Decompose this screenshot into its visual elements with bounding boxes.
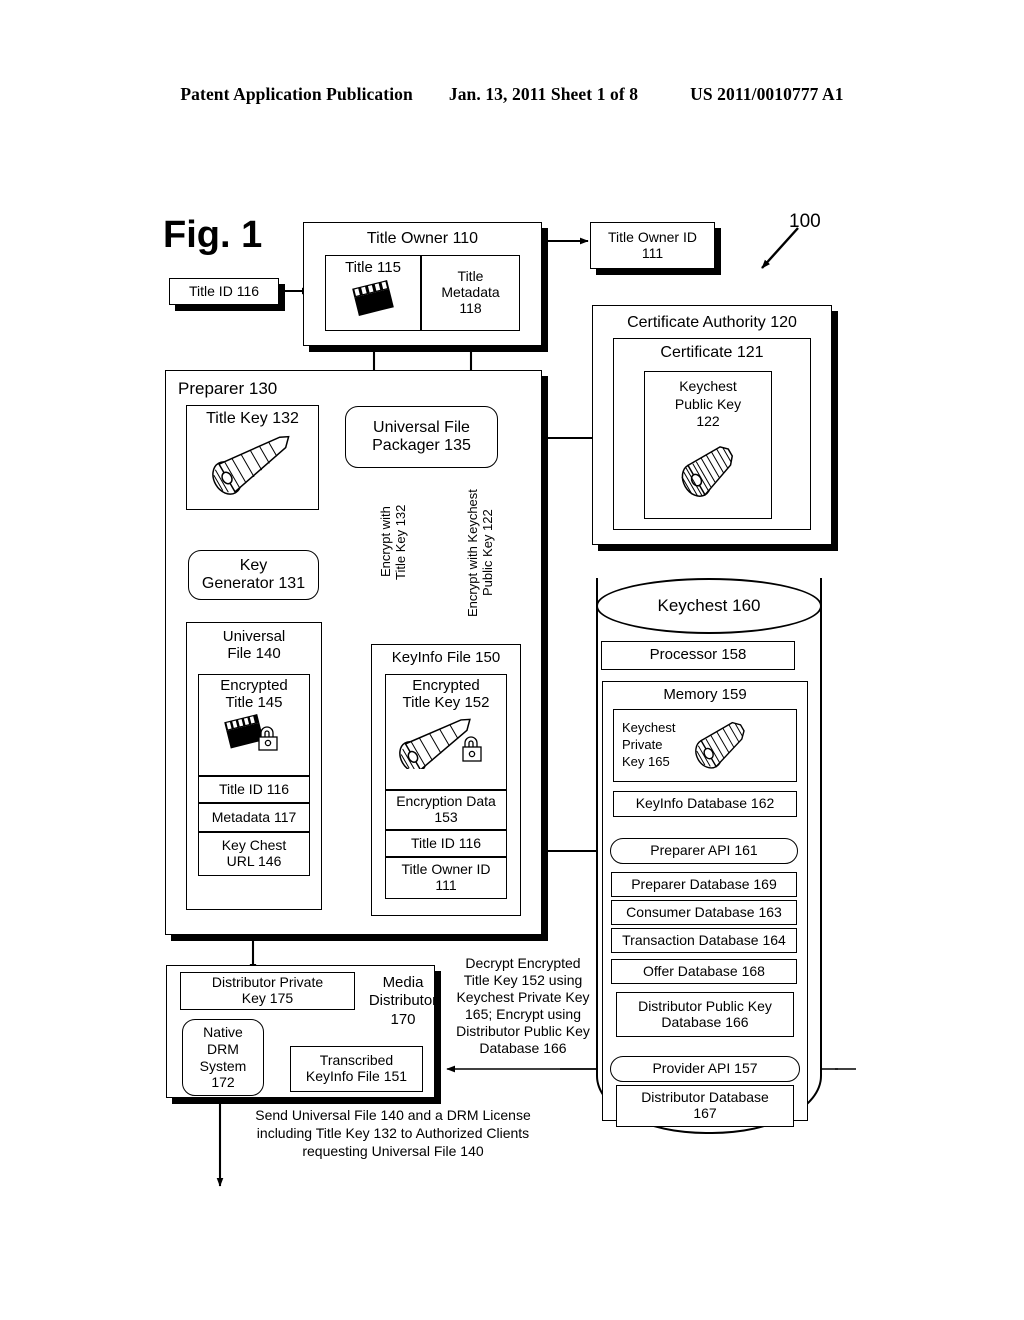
universal-file-key-chest-url-146-row: Key Chest URL 146 <box>198 832 310 876</box>
keychest-private-key-165-box: Keychest Private Key 165 <box>613 709 797 782</box>
title-owner-110-label: Title Owner 110 <box>366 230 479 247</box>
encrypted-title-145-box: Encrypted Title 145 <box>198 674 310 776</box>
uf-metadata-117-label: Metadata 117 <box>211 808 297 825</box>
processor-158-box: Processor 158 <box>601 641 795 670</box>
title-id-116-label: Title ID 116 <box>188 282 260 299</box>
encrypted-title-key-152-box: Encrypted Title Key 152 <box>385 674 507 790</box>
ki-title-owner-id-111-label: Title Owner ID 111 <box>401 861 491 893</box>
clapperboard-icon <box>347 279 399 321</box>
ki-title-id-116-label: Title ID 116 <box>410 834 482 851</box>
transaction-database-164-box: Transaction Database 164 <box>611 928 797 953</box>
keychest-key-icon <box>683 714 761 777</box>
keychest-160-label: Keychest 160 <box>657 596 761 615</box>
encryption-data-153-row: Encryption Data 153 <box>385 790 507 830</box>
transaction-database-164-label: Transaction Database 164 <box>622 931 786 948</box>
title-id-116-box: Title ID 116 <box>169 278 279 305</box>
keychest-key-icon <box>668 437 748 507</box>
keyinfo-title-owner-id-111-row: Title Owner ID 111 <box>385 857 507 899</box>
publication-header: Patent Application Publication Jan. 13, … <box>0 84 1024 105</box>
title-metadata-118-box: Title Metadata 118 <box>421 255 520 331</box>
universal-file-140-label: Universal File 140 <box>222 628 286 662</box>
uf-title-id-116-label: Title ID 116 <box>218 780 290 797</box>
keychest-private-key-165-label: Keychest Private Key 165 <box>622 720 676 769</box>
title-115-box: Title 115 <box>325 255 421 331</box>
header-left-text: Patent Application Publication <box>180 84 413 104</box>
keychest-public-key-122-label: Keychest Public Key 122 <box>674 378 742 429</box>
transcribed-keyinfo-file-151-box: Transcribed KeyInfo File 151 <box>290 1046 423 1092</box>
transcribed-keyinfo-file-151-label: Transcribed KeyInfo File 151 <box>305 1052 408 1084</box>
keyinfo-title-id-116-row: Title ID 116 <box>385 830 507 857</box>
key-lock-icon <box>391 713 501 774</box>
encrypt-with-title-key-annotation: Encrypt with Title Key 132 <box>378 504 408 580</box>
keyinfo-database-162-box: KeyInfo Database 162 <box>613 791 797 817</box>
figure-label: Fig. 1 <box>163 214 263 256</box>
distributor-private-key-175-label: Distributor Private Key 175 <box>211 974 324 1006</box>
encrypted-title-145-label: Encrypted Title 145 <box>220 677 288 711</box>
key-generator-131-label: Key Generator 131 <box>201 557 306 592</box>
title-key-132-label: Title Key 132 <box>206 410 299 427</box>
preparer-api-161-label: Preparer API 161 <box>650 842 758 859</box>
keychest-160-cylinder-top: Keychest 160 <box>596 578 822 634</box>
certificate-121-label: Certificate 121 <box>660 344 764 361</box>
header-date-sheet: Jan. 13, 2011 Sheet 1 of 8 <box>448 84 639 104</box>
encrypt-with-keychest-public-key-annotation: Encrypt with Keychest Public Key 122 <box>465 489 495 617</box>
decrypt-note-annotation: Decrypt Encrypted Title Key 152 using Ke… <box>456 955 590 1057</box>
consumer-database-163-box: Consumer Database 163 <box>611 900 797 925</box>
send-universal-file-note: Send Universal File 140 and a DRM Licens… <box>255 1107 531 1160</box>
title-owner-id-111-box: Title Owner ID 111 <box>590 222 715 269</box>
key-icon <box>201 430 305 501</box>
memory-159-label: Memory 159 <box>663 686 747 703</box>
encryption-data-153-label: Encryption Data 153 <box>396 793 496 825</box>
title-owner-id-111-label: Title Owner ID 111 <box>608 228 697 261</box>
clapperboard-lock-icon <box>223 713 285 758</box>
universal-file-title-id-116-row: Title ID 116 <box>198 776 310 803</box>
native-drm-system-172-label: Native DRM System 172 <box>199 1024 247 1091</box>
title-key-132-box: Title Key 132 <box>186 405 319 510</box>
processor-158-label: Processor 158 <box>649 646 747 664</box>
keyinfo-file-150-label: KeyInfo File 150 <box>391 649 501 666</box>
uf-key-chest-url-146-label: Key Chest URL 146 <box>221 837 287 869</box>
preparer-database-169-box: Preparer Database 169 <box>611 872 797 897</box>
keychest-public-key-122-box: Keychest Public Key 122 <box>644 371 772 519</box>
provider-api-157-label: Provider API 157 <box>652 1060 758 1077</box>
preparer-api-161-box[interactable]: Preparer API 161 <box>610 838 798 864</box>
title-115-label: Title 115 <box>345 259 401 276</box>
universal-file-packager-135-box[interactable]: Universal File Packager 135 <box>345 406 498 468</box>
key-generator-131-box: Key Generator 131 <box>188 550 319 600</box>
offer-database-168-box: Offer Database 168 <box>611 959 797 984</box>
distributor-database-167-box: Distributor Database 167 <box>616 1085 794 1127</box>
media-distributor-170-label: Media Distributor 170 <box>368 974 438 1028</box>
consumer-database-163-label: Consumer Database 163 <box>626 903 782 920</box>
header-patent-number: US 2011/0010777 A1 <box>690 84 844 104</box>
encrypted-title-key-152-label: Encrypted Title Key 152 <box>402 677 490 711</box>
distributor-database-167-label: Distributor Database 167 <box>641 1089 769 1121</box>
certificate-authority-120-label: Certificate Authority 120 <box>627 314 797 331</box>
provider-api-157-box[interactable]: Provider API 157 <box>610 1056 800 1082</box>
universal-file-metadata-117-row: Metadata 117 <box>198 803 310 832</box>
keyinfo-database-162-label: KeyInfo Database 162 <box>635 795 775 812</box>
offer-database-168-label: Offer Database 168 <box>643 962 765 979</box>
universal-file-packager-135-label: Universal File Packager 135 <box>372 419 471 454</box>
preparer-130-label: Preparer 130 <box>178 379 278 398</box>
title-metadata-118-label: Title Metadata 118 <box>441 268 500 316</box>
preparer-database-169-label: Preparer Database 169 <box>631 875 777 892</box>
distributor-public-key-database-166-label: Distributor Public Key Database 166 <box>638 997 772 1030</box>
distributor-public-key-database-166-box: Distributor Public Key Database 166 <box>616 992 794 1037</box>
distributor-private-key-175-box: Distributor Private Key 175 <box>180 972 355 1010</box>
native-drm-system-172-box: Native DRM System 172 <box>182 1019 264 1096</box>
system-reference-100: 100 <box>789 211 821 232</box>
